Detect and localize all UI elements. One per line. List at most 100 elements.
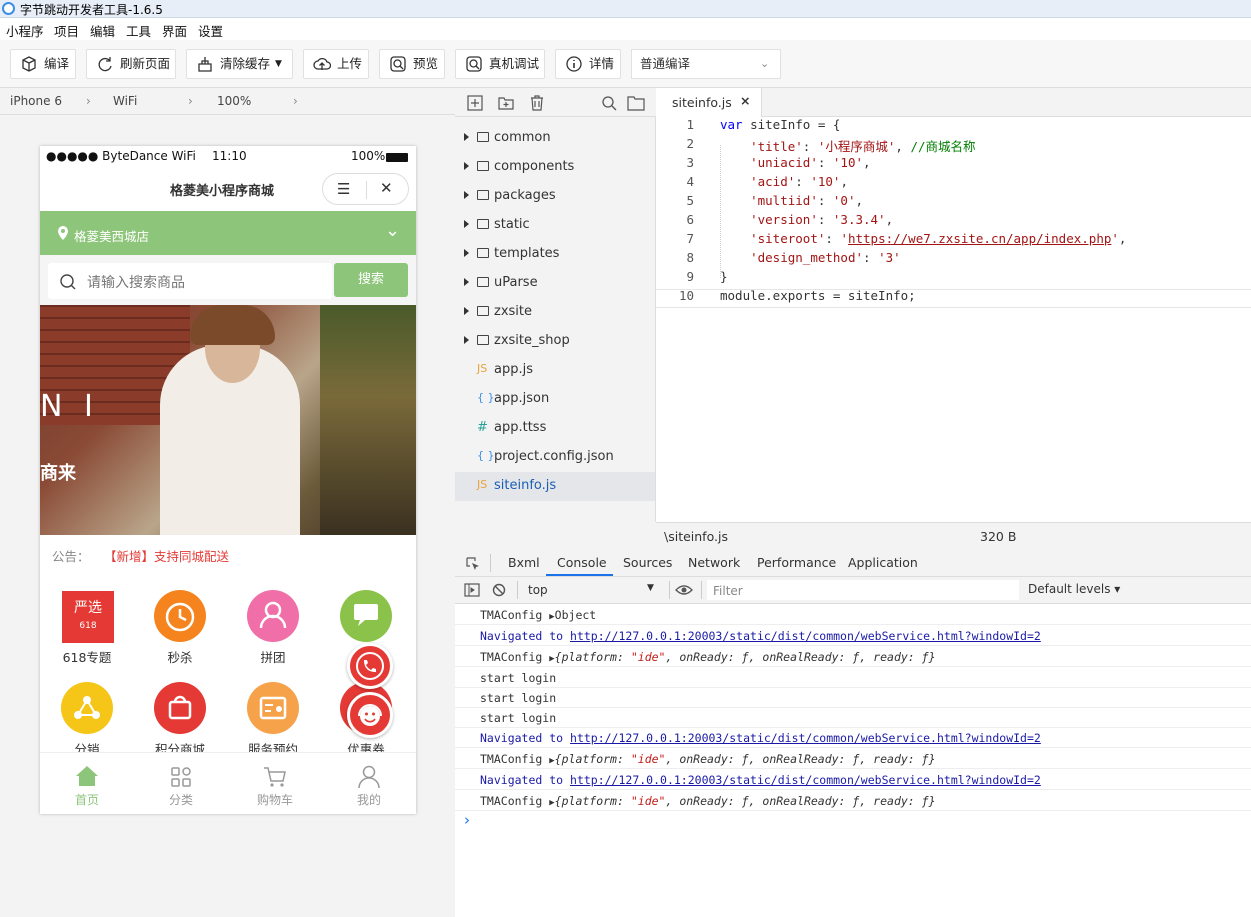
file-item[interactable]: # app.ttss: [455, 414, 655, 443]
tab-bxml[interactable]: Bxml: [508, 555, 540, 570]
clear-cache-button[interactable]: 清除缓存 ▼: [186, 49, 293, 79]
notice-bar[interactable]: 公告： 【新增】支持同城配送: [40, 535, 416, 571]
menu-miniprogram[interactable]: 小程序: [6, 21, 44, 40]
search-icon: [60, 274, 76, 290]
battery-icon: [386, 153, 408, 162]
file-item[interactable]: packages: [455, 182, 655, 211]
console-link[interactable]: http://127.0.0.1:20003/static/dist/commo…: [570, 731, 1041, 745]
console-message: TMAConfig ▶Object: [455, 604, 1251, 625]
file-item[interactable]: static: [455, 211, 655, 240]
grid-item-distribution[interactable]: 分销: [42, 668, 132, 757]
phone-call-button[interactable]: [347, 643, 393, 689]
console-toolbar: top ▼ Filter Default levels ▾: [455, 577, 1251, 604]
banner-subtext: 商来: [40, 463, 76, 484]
folder-icon: [477, 190, 489, 200]
file-item[interactable]: zxsite: [455, 298, 655, 327]
new-folder-icon[interactable]: [498, 95, 514, 111]
tab-console[interactable]: Console: [557, 555, 607, 570]
menu-tools[interactable]: 工具: [126, 21, 151, 40]
search-icon[interactable]: [601, 95, 617, 111]
tab-cart[interactable]: 购物车: [228, 753, 322, 814]
tab-category[interactable]: 分类: [134, 753, 228, 814]
file-item[interactable]: components: [455, 153, 655, 182]
new-file-icon[interactable]: [467, 95, 483, 111]
capsule-menu: ☰ ✕: [322, 173, 409, 205]
tab-profile[interactable]: 我的: [322, 753, 416, 814]
remote-debug-button[interactable]: 真机调试: [455, 49, 545, 79]
broom-icon: [198, 57, 212, 72]
editor-tab-siteinfo[interactable]: siteinfo.js ×: [656, 88, 762, 117]
file-item-active[interactable]: JS siteinfo.js: [455, 472, 655, 501]
tab-application[interactable]: Application: [848, 555, 918, 570]
group-person-icon: [247, 590, 299, 642]
eye-icon[interactable]: [675, 584, 693, 596]
tab-performance[interactable]: Performance: [757, 555, 836, 570]
cube-icon: [22, 56, 36, 72]
search-button[interactable]: 搜索: [334, 263, 408, 297]
zoom-select[interactable]: 100%: [217, 94, 251, 108]
console-link[interactable]: http://127.0.0.1:20003/static/dist/commo…: [570, 773, 1041, 787]
file-item[interactable]: { } app.json: [455, 385, 655, 414]
grid-item-points-mall[interactable]: 积分商城: [135, 668, 225, 757]
console-message: start login: [455, 687, 1251, 708]
chevron-right-icon: ›: [188, 94, 193, 108]
menu-settings[interactable]: 设置: [198, 21, 223, 40]
menu-edit[interactable]: 编辑: [90, 21, 115, 40]
cart-icon: [264, 767, 286, 787]
clear-console-icon[interactable]: [492, 583, 506, 597]
menu-view[interactable]: 界面: [162, 21, 187, 40]
file-item[interactable]: common: [455, 124, 655, 153]
preview-button[interactable]: 预览: [379, 49, 445, 79]
device-model-select[interactable]: iPhone 6: [10, 94, 62, 108]
chevron-down-icon: ⌄: [385, 220, 401, 241]
window-title: 字节跳动开发者工具-1.6.5: [20, 3, 163, 17]
tab-network[interactable]: Network: [688, 555, 740, 570]
user-icon: [358, 765, 380, 789]
upload-button[interactable]: 上传: [303, 49, 369, 79]
file-item[interactable]: templates: [455, 240, 655, 269]
inspect-element-icon[interactable]: [465, 556, 481, 572]
console-message: TMAConfig ▶{platform: "ide", onReady: ƒ,…: [455, 646, 1251, 667]
console-link[interactable]: http://127.0.0.1:20003/static/dist/commo…: [570, 629, 1041, 643]
log-levels-select[interactable]: Default levels ▾: [1028, 582, 1120, 596]
compile-button[interactable]: 编译: [10, 49, 76, 79]
search-input[interactable]: 请输入搜索商品: [48, 263, 332, 299]
banner-image[interactable]: N I 商来: [40, 305, 416, 535]
refresh-page-button[interactable]: 刷新页面: [86, 49, 176, 79]
console-filter-input[interactable]: Filter: [707, 580, 1019, 600]
model-hair: [190, 305, 275, 345]
gift-bag-icon: [154, 682, 206, 734]
devtools-tab-bar: Bxml Console Sources Network Performance…: [455, 549, 1251, 577]
network-select[interactable]: WiFi: [113, 94, 137, 108]
grid-item-618[interactable]: 严选 618 618专题: [42, 576, 132, 665]
file-item[interactable]: zxsite_shop: [455, 327, 655, 356]
grid-item-group-buy[interactable]: 拼团: [228, 576, 318, 665]
customer-service-button[interactable]: [347, 692, 393, 738]
file-item[interactable]: { } project.config.json: [455, 443, 655, 472]
console-prompt[interactable]: ›: [464, 811, 470, 829]
menu-lines-icon[interactable]: ☰: [337, 180, 350, 198]
clear-cache-label: 清除缓存: [220, 56, 271, 71]
battery-text: 100%: [351, 149, 386, 163]
folder-icon: [477, 335, 489, 345]
file-item[interactable]: uParse: [455, 269, 655, 298]
tab-sources[interactable]: Sources: [623, 555, 672, 570]
open-folder-icon[interactable]: [627, 95, 645, 111]
store-selector[interactable]: 格菱美西城店 ⌄: [40, 211, 416, 255]
grid-item-seckill[interactable]: 秒杀: [135, 576, 225, 665]
toggle-sidebar-icon[interactable]: [464, 583, 480, 597]
code-line: 5 'multiid': '0',: [686, 193, 864, 208]
tab-home[interactable]: 首页: [40, 753, 134, 814]
close-capsule-icon[interactable]: ✕: [380, 179, 393, 197]
code-editor[interactable]: 1 var siteInfo = { 2 'title': '小程序商城', //…: [656, 117, 1251, 522]
close-tab-icon[interactable]: ×: [740, 93, 750, 108]
context-select[interactable]: top ▼: [523, 580, 663, 600]
console-message: Navigated to http://127.0.0.1:20003/stat…: [455, 625, 1251, 646]
js-file-icon: JS: [477, 362, 488, 375]
compile-mode-select[interactable]: 普通编译 ⌄: [631, 49, 781, 79]
delete-icon[interactable]: [529, 95, 545, 111]
file-item[interactable]: JS app.js: [455, 356, 655, 385]
grid-item-reservation[interactable]: 服务预约: [228, 668, 318, 757]
details-button[interactable]: 详情: [555, 49, 621, 79]
menu-project[interactable]: 项目: [54, 21, 79, 40]
